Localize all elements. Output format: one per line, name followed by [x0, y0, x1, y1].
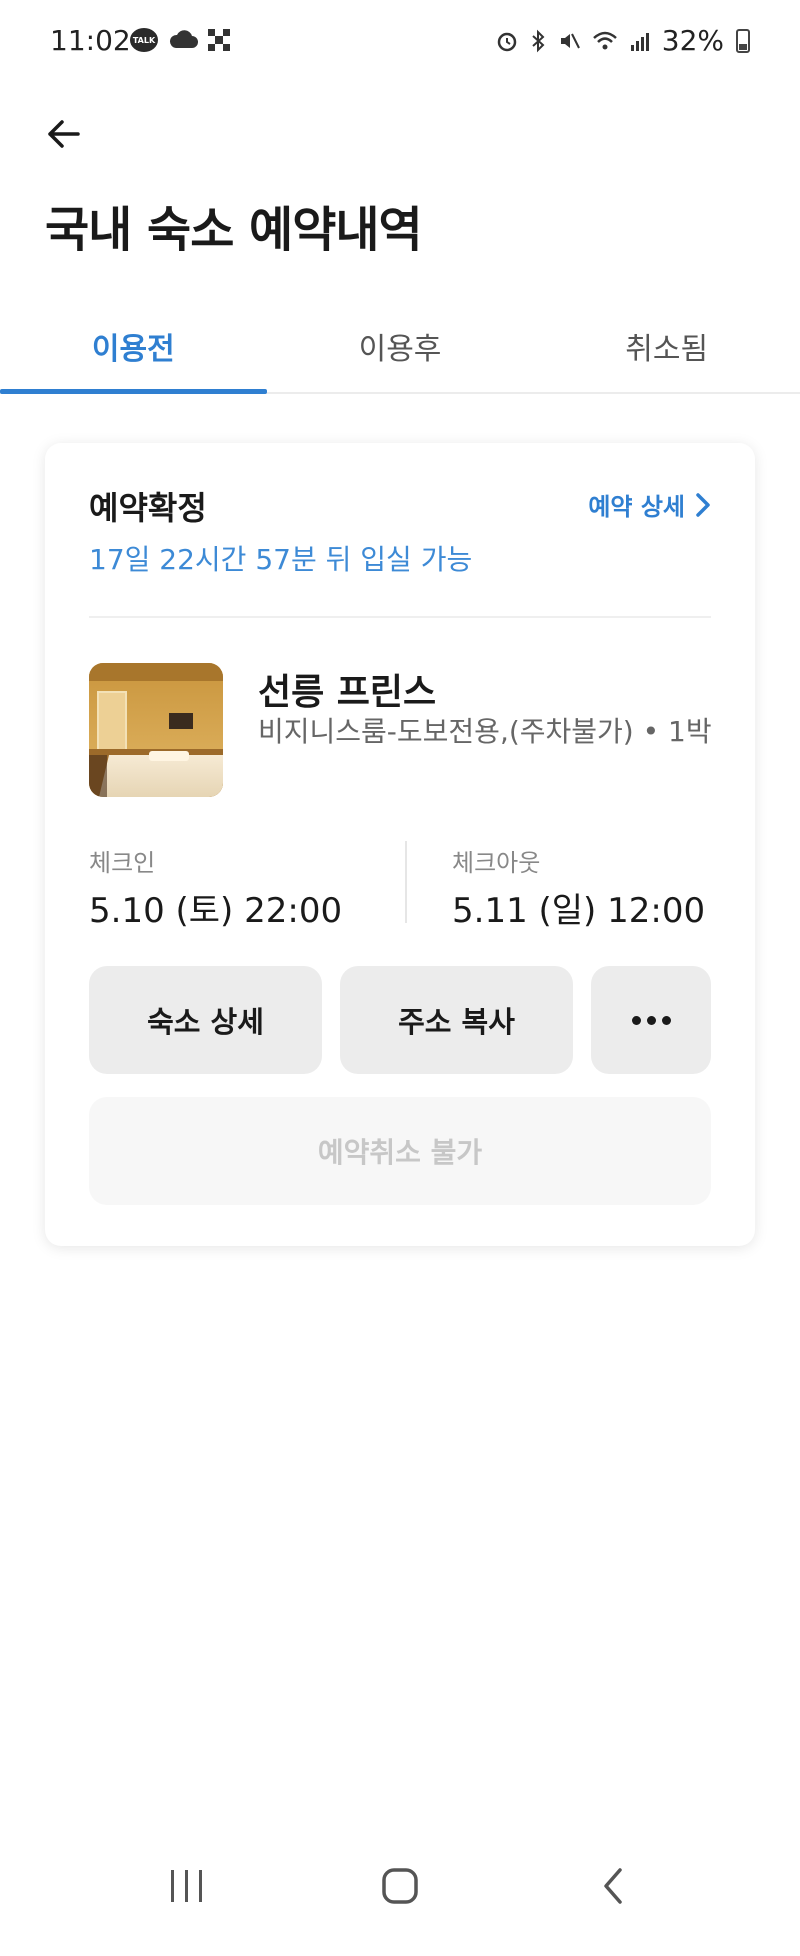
arrow-left-icon	[48, 120, 80, 148]
copy-address-button[interactable]: 주소 복사	[340, 966, 573, 1074]
home-button[interactable]	[360, 1846, 440, 1926]
wifi-icon	[592, 31, 617, 49]
chevron-right-icon	[696, 492, 710, 517]
checkin-value: 5.10 (토) 22:00	[89, 891, 343, 931]
talk-icon: TALK	[130, 28, 158, 52]
tab-used[interactable]: 이용후	[267, 300, 534, 392]
page-title: 국내 숙소 예약내역	[45, 202, 423, 258]
checkout-label: 체크아웃	[452, 849, 541, 877]
more-icon	[631, 1015, 671, 1025]
system-back-button[interactable]	[573, 1846, 653, 1926]
checkout-value: 5.11 (일) 12:00	[452, 891, 706, 931]
battery-icon	[736, 28, 750, 53]
recent-apps-button[interactable]	[147, 1846, 227, 1926]
status-time: 11:02	[50, 24, 131, 57]
cloud-icon	[169, 30, 198, 48]
reservation-detail-label: 예약 상세	[588, 493, 685, 521]
tab-bar: 이용전 이용후 취소됨	[0, 300, 800, 394]
signal-icon	[630, 32, 649, 51]
status-right-icons: 32%	[496, 24, 750, 57]
status-left-icons: TALK	[130, 28, 230, 52]
checkin-label: 체크인	[89, 849, 156, 877]
back-icon	[604, 1868, 623, 1904]
tab-cancelled[interactable]: 취소됨	[533, 300, 800, 392]
checkin-countdown: 17일 22시간 57분 뒤 입실 가능	[89, 543, 473, 576]
tab-upcoming[interactable]: 이용전	[0, 300, 267, 394]
home-icon	[382, 1868, 418, 1904]
hotel-name[interactable]: 선릉 프린스	[258, 663, 436, 715]
more-options-button[interactable]	[591, 966, 711, 1074]
back-button[interactable]	[40, 110, 88, 158]
status-bar: 11:02 TALK 32%	[0, 0, 800, 86]
checkin-checkout-divider	[405, 841, 407, 923]
card-divider	[89, 616, 711, 618]
reservation-detail-link[interactable]: 예약 상세	[588, 487, 711, 522]
lodging-detail-button[interactable]: 숙소 상세	[89, 966, 322, 1074]
reservation-status: 예약확정	[89, 489, 207, 527]
battery-percent: 32%	[661, 24, 724, 57]
cancel-reservation-button: 예약취소 불가	[89, 1097, 711, 1205]
reservation-card: 예약확정 예약 상세 17일 22시간 57분 뒤 입실 가능 선릉 프린스 비…	[45, 443, 755, 1246]
alarm-icon	[497, 32, 517, 51]
bluetooth-icon	[532, 29, 545, 52]
hotel-room-image	[89, 663, 223, 797]
hotel-thumbnail[interactable]	[89, 663, 223, 797]
system-nav-bar	[0, 1816, 800, 1956]
recent-apps-icon	[170, 1870, 202, 1902]
grid-icon	[208, 29, 230, 51]
room-info: 비지니스룸-도보전용,(주차불가) • 1박	[258, 715, 712, 748]
mute-icon	[560, 33, 580, 48]
